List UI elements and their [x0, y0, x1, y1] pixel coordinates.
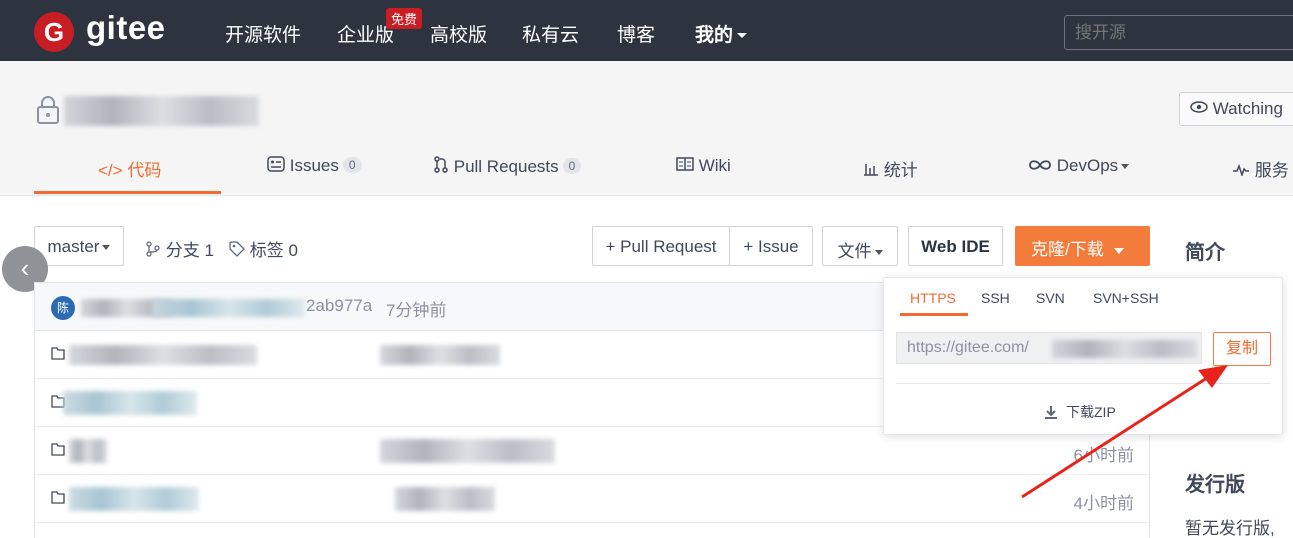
top-navbar: G gitee 开源软件 企业版 免费 高校版 私有云 博客 我的 [0, 0, 1293, 61]
active-tab-indicator [34, 191, 221, 194]
tab-devops[interactable]: DevOps [1028, 156, 1130, 176]
clone-url-value: https://gitee.com/ [907, 339, 1029, 356]
web-ide-button[interactable]: Web IDE [908, 226, 1003, 266]
free-badge: 免费 [386, 8, 423, 29]
file-menu-label: 文件 [837, 242, 872, 261]
branches-link[interactable]: 分支 1 [145, 236, 214, 261]
service-icon [1233, 163, 1249, 178]
file-name-redacted[interactable] [69, 439, 107, 463]
commit-hash[interactable]: 2ab977a [306, 296, 372, 316]
tab-code-label: 代码 [127, 161, 162, 180]
gitee-logo-icon[interactable]: G [34, 12, 74, 52]
new-issue-button[interactable]: + Issue [729, 226, 813, 266]
file-commit-redacted [380, 345, 500, 365]
tab-svn-ssh[interactable]: SVN+SSH [1093, 290, 1159, 306]
nav-education[interactable]: 高校版 [430, 20, 487, 47]
tags-link[interactable]: 标签 0 [229, 236, 298, 261]
clone-download-label: 克隆/下载 [1031, 240, 1104, 259]
clone-url-redacted [1052, 340, 1197, 358]
chevron-down-icon [737, 33, 748, 39]
chevron-down-icon [102, 245, 111, 251]
lock-icon [37, 96, 59, 124]
copy-button[interactable]: 复制 [1213, 332, 1271, 366]
devops-icon [1029, 160, 1051, 170]
tags-label: 标签 0 [249, 241, 298, 260]
tab-issues[interactable]: Issues 0 [267, 156, 362, 176]
tab-wiki[interactable]: Wiki [676, 156, 731, 176]
avatar[interactable]: 陈 [51, 296, 75, 320]
nav-open-source[interactable]: 开源软件 [225, 20, 301, 47]
row-time: 6小时前 [1073, 446, 1134, 465]
tag-icon [229, 241, 245, 257]
branch-select-label: master [47, 237, 100, 256]
tab-pull-requests-label: Pull Requests [453, 157, 559, 176]
chevron-down-icon [874, 250, 883, 256]
clone-download-button[interactable]: 克隆/下载 [1015, 226, 1150, 266]
file-menu-button[interactable]: 文件 [822, 226, 898, 266]
nav-blog[interactable]: 博客 [617, 20, 655, 47]
nav-private-cloud[interactable]: 私有云 [522, 20, 579, 47]
release-text: 暂无发行版, [1185, 519, 1275, 538]
folder-icon [51, 491, 65, 504]
branch-icon [146, 241, 160, 257]
pull-requests-count-badge: 0 [562, 158, 582, 174]
code-icon: </> [98, 161, 123, 180]
branch-select[interactable]: master [34, 226, 124, 266]
stats-icon [864, 164, 878, 176]
search-input[interactable] [1064, 15, 1293, 50]
chevron-down-icon [1113, 247, 1124, 254]
tab-stats[interactable]: 统计 [863, 156, 918, 181]
repo-name-redacted[interactable] [64, 96, 259, 126]
popup-divider [896, 383, 1271, 384]
download-zip-link[interactable]: 下载ZIP [1044, 402, 1116, 422]
file-name-redacted[interactable] [69, 487, 199, 511]
commit-time: 7分钟前 [386, 301, 447, 320]
release-title[interactable]: 发行版 [1185, 468, 1245, 497]
download-icon [1045, 406, 1057, 419]
row-time: 4小时前 [1073, 494, 1134, 513]
branches-label: 分支 1 [165, 241, 214, 260]
tab-service[interactable]: 服务 [1232, 156, 1289, 181]
file-commit-redacted [395, 487, 495, 511]
table-row[interactable]: 4小时前 [35, 475, 1149, 523]
active-tab-indicator [900, 313, 968, 316]
tab-devops-label: DevOps [1056, 156, 1119, 175]
tab-https[interactable]: HTTPS [910, 290, 956, 306]
tab-code[interactable]: </> 代码 [98, 156, 161, 181]
commit-message-redacted[interactable] [153, 299, 305, 317]
tab-ssh[interactable]: SSH [981, 290, 1010, 306]
chevron-down-icon [1121, 164, 1130, 170]
watch-label: Watching [1212, 99, 1283, 118]
wiki-icon [676, 157, 694, 171]
tab-svn[interactable]: SVN [1036, 290, 1065, 306]
intro-title: 简介 [1185, 242, 1225, 264]
clone-dropdown: HTTPS SSH SVN SVN+SSH https://gitee.com/… [883, 277, 1283, 435]
nav-mine-label: 我的 [695, 25, 734, 46]
brand-name[interactable]: gitee [86, 9, 166, 47]
folder-icon [51, 347, 65, 360]
tab-issues-label: Issues [289, 156, 339, 175]
download-zip-label: 下载ZIP [1066, 404, 1116, 420]
tab-stats-label: 统计 [883, 161, 918, 180]
file-commit-redacted [380, 439, 555, 463]
nav-mine[interactable]: 我的 [695, 20, 748, 47]
new-pull-request-button[interactable]: + Pull Request [592, 226, 730, 266]
pull-request-icon [434, 156, 448, 173]
file-name-redacted[interactable] [63, 391, 197, 415]
issues-icon [267, 156, 285, 172]
folder-icon [51, 443, 65, 456]
issues-count-badge: 0 [342, 157, 362, 173]
tab-service-label: 服务 [1254, 161, 1289, 180]
watch-button[interactable]: Watching [1179, 92, 1293, 126]
file-name-redacted[interactable] [69, 345, 257, 365]
tab-pull-requests[interactable]: Pull Requests 0 [433, 156, 582, 177]
eye-icon [1190, 101, 1208, 113]
tab-wiki-label: Wiki [698, 156, 731, 175]
